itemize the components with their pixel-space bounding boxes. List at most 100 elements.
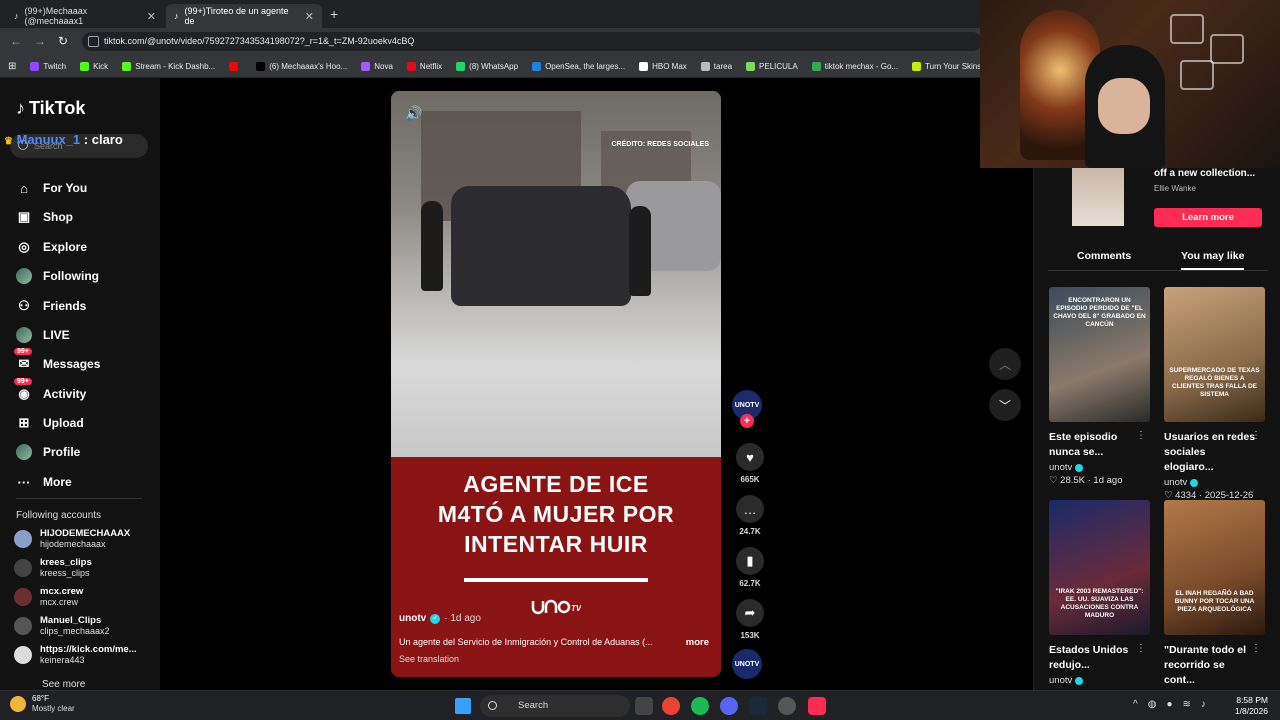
person-shape: [421, 201, 443, 291]
headline-line: INTENTAR HUIR: [464, 531, 648, 557]
sidebar-item-label: Messages: [43, 357, 101, 371]
following-account-item[interactable]: Manuel_Clips clips_mechaaax2: [14, 615, 110, 637]
comment-button[interactable]: … 24.7K: [732, 495, 768, 536]
follow-plus-button[interactable]: +: [740, 414, 754, 428]
verified-check-icon: [1075, 676, 1084, 685]
following-account-item[interactable]: mcx.crew mcx.crew: [14, 586, 83, 608]
video-thumbnail[interactable]: "IRAK 2003 REMASTERED": EE. UU. SUAVIZA …: [1049, 500, 1150, 635]
learn-more-button[interactable]: Learn more: [1154, 208, 1262, 227]
new-tab-plus-icon[interactable]: +: [330, 6, 338, 22]
sidebar-item-profile[interactable]: Profile: [16, 444, 80, 460]
video-thumbnail[interactable]: SUPERMERCADO DE TEXAS REGALÓ BIENES A CL…: [1164, 287, 1265, 422]
live-avatar-icon: [16, 327, 32, 343]
volume-icon[interactable]: ♪: [1201, 699, 1206, 710]
bookmark-item[interactable]: Kick: [80, 61, 108, 71]
url-field[interactable]: tiktok.com/@unotv/video/7592727343534198…: [82, 32, 982, 51]
close-icon[interactable]: ✕: [147, 10, 156, 23]
tab-mechaaax[interactable]: ♪ (99+)Mechaaax (@mechaaax1 ✕: [6, 4, 164, 28]
thumbnail-caption: SUPERMERCADO DE TEXAS REGALÓ BIENES A CL…: [1169, 367, 1260, 398]
kebab-menu-icon[interactable]: ⋮: [1136, 430, 1146, 441]
like-button[interactable]: ♥ 665K: [732, 443, 768, 484]
see-translation-link[interactable]: See translation: [399, 654, 459, 664]
following-account-item[interactable]: https://kick.com/me... keinera443: [14, 644, 137, 666]
sidebar-item-friends[interactable]: ⚇ Friends: [16, 298, 86, 314]
share-button[interactable]: ➦ 153K: [732, 599, 768, 640]
site-info-icon[interactable]: [88, 36, 99, 47]
thumbnail-caption: ENCONTRARON UN EPISODIO PERDIDO DE "EL C…: [1053, 297, 1146, 328]
sidebar-item-following[interactable]: Following: [16, 268, 99, 284]
weather-widget[interactable]: 68°F Mostly clear: [10, 694, 75, 714]
chevron-up-icon[interactable]: ^: [1133, 699, 1138, 710]
kebab-menu-icon[interactable]: ⋮: [1251, 430, 1261, 441]
tiktok-favicon-icon: ♪: [174, 11, 179, 21]
reload-icon[interactable]: ↻: [58, 34, 68, 48]
sidebar-item-explore[interactable]: ◎ Explore: [16, 239, 87, 255]
tab-tiroteo[interactable]: ♪ (99+)Tiroteo de un agente de ✕: [166, 4, 322, 28]
sidebar-item-live[interactable]: LIVE: [16, 327, 70, 343]
obs-icon[interactable]: [778, 697, 796, 715]
video-thumbnail[interactable]: EL INAH REGAÑÓ A BAD BUNNY POR TOCAR UNA…: [1164, 500, 1265, 635]
bookmark-item[interactable]: Twitch: [30, 61, 66, 71]
close-icon[interactable]: ✕: [305, 10, 314, 23]
sidebar-item-messages[interactable]: ✉ 99+ Messages: [14, 348, 101, 372]
recommended-video-card[interactable]: EL INAH REGAÑÓ A BAD BUNNY POR TOCAR UNA…: [1164, 500, 1265, 701]
windows-start-icon[interactable]: [455, 698, 471, 714]
sidebar-item-more[interactable]: ··· More: [16, 474, 72, 490]
following-account-item[interactable]: HIJODEMECHAAAX hijodemechaaax: [14, 528, 130, 550]
more-icon: ···: [17, 474, 31, 490]
recommended-video-card[interactable]: ENCONTRARON UN EPISODIO PERDIDO DE "EL C…: [1049, 287, 1150, 486]
bookmark-item[interactable]: tarea: [700, 61, 732, 71]
description-more-button[interactable]: more: [686, 637, 709, 648]
tiktok-app-icon[interactable]: [808, 697, 826, 715]
apps-grid-icon[interactable]: ⊞: [8, 61, 16, 72]
sidebar-item-label: Profile: [43, 445, 81, 459]
spotify-icon[interactable]: [691, 697, 709, 715]
microphone-icon[interactable]: ●: [1166, 699, 1172, 710]
video-author[interactable]: unotv: [399, 613, 426, 624]
bookmark-item[interactable]: (8) WhatsApp: [456, 61, 518, 71]
sound-disc-avatar[interactable]: UNOTV: [732, 649, 762, 679]
bookmark-item[interactable]: Stream - Kick Dashb...: [122, 61, 215, 71]
ad-thumbnail[interactable]: [1072, 168, 1124, 226]
discord-icon[interactable]: [720, 697, 738, 715]
tab-comments[interactable]: Comments: [1077, 250, 1131, 262]
recommended-video-card[interactable]: "IRAK 2003 REMASTERED": EE. UU. SUAVIZA …: [1049, 500, 1150, 686]
bookmark-item[interactable]: OpenSea, the larges...: [532, 61, 625, 71]
forward-arrow-icon[interactable]: →: [34, 34, 46, 48]
volume-icon[interactable]: 🔊: [405, 105, 422, 122]
see-more-link[interactable]: See more: [42, 679, 85, 690]
bookmark-favicon-icon: [361, 61, 371, 71]
bookmark-item[interactable]: Netflix: [406, 61, 442, 71]
steam-icon[interactable]: [749, 697, 767, 715]
bookmark-item[interactable]: Nova: [361, 61, 393, 71]
bookmark-item[interactable]: tiktok mechax - Go...: [811, 61, 898, 71]
recommended-video-card[interactable]: SUPERMERCADO DE TEXAS REGALÓ BIENES A CL…: [1164, 287, 1265, 501]
sidebar-item-shop[interactable]: ▣ Shop: [16, 209, 73, 225]
tab-you-may-like[interactable]: You may like: [1181, 250, 1245, 270]
video-thumbnail[interactable]: ENCONTRARON UN EPISODIO PERDIDO DE "EL C…: [1049, 287, 1150, 422]
sidebar-item-activity[interactable]: ◉ 99+ Activity: [14, 378, 86, 402]
following-account-item[interactable]: krees_clips kreess_clips: [14, 557, 92, 579]
back-arrow-icon[interactable]: ←: [10, 34, 22, 48]
wifi-icon[interactable]: ≋: [1182, 699, 1190, 710]
network-icon[interactable]: ◍: [1148, 699, 1157, 710]
previous-video-chevron-up-icon[interactable]: ︿: [989, 348, 1021, 380]
kebab-menu-icon[interactable]: ⋮: [1251, 643, 1261, 654]
tiktok-logo[interactable]: ♪ TikTok: [16, 98, 85, 119]
sidebar-item-for-you[interactable]: ⌂ For You: [16, 180, 87, 196]
verified-check-icon: [1075, 463, 1084, 472]
taskbar-search[interactable]: Search: [480, 695, 630, 717]
taskbar-clock[interactable]: 8:58 PM 1/8/2026: [1235, 695, 1268, 717]
save-button[interactable]: ▮ 62.7K: [732, 547, 768, 588]
chrome-icon[interactable]: [662, 697, 680, 715]
bookmark-item[interactable]: (6) Mechaaax's Hoo...: [256, 61, 347, 71]
next-video-chevron-down-icon[interactable]: ﹀: [989, 389, 1021, 421]
bookmark-item[interactable]: [229, 61, 242, 71]
kebab-menu-icon[interactable]: ⋮: [1136, 643, 1146, 654]
bookmark-item[interactable]: PELICULA: [746, 61, 798, 71]
headline-line: M4TÓ A MUJER POR: [437, 501, 675, 527]
bookmark-item[interactable]: HBO Max: [639, 61, 687, 71]
video-player[interactable]: CRÉDITO: REDES SOCIALES 🔊 AGENTE DE ICE …: [391, 91, 721, 677]
sidebar-item-upload[interactable]: ⊞ Upload: [16, 415, 84, 431]
task-view-icon[interactable]: [635, 697, 653, 715]
